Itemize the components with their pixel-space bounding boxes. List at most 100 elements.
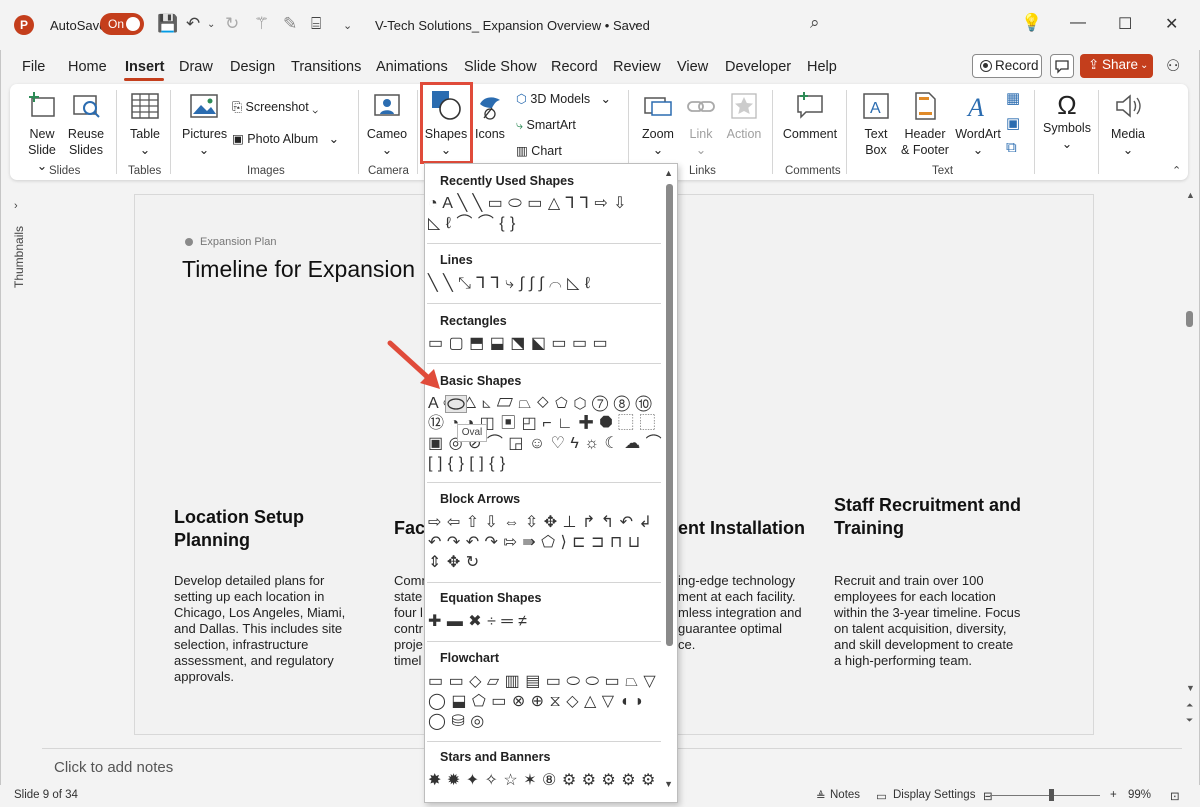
link-button[interactable]: Link ⌄ bbox=[684, 90, 718, 158]
normal-view-icon[interactable]: ⊟ bbox=[983, 789, 993, 803]
date-time-icon[interactable]: ▦ bbox=[1006, 89, 1020, 107]
tab-animations[interactable]: Animations bbox=[376, 59, 448, 75]
tab-view[interactable]: View bbox=[677, 59, 708, 75]
next-slide-icon[interactable]: ⏷ bbox=[1186, 715, 1193, 726]
tab-transitions[interactable]: Transitions bbox=[291, 59, 361, 75]
shape-row-stars[interactable]: ✸ ✹ ✦ ✧ ☆ ✶ ⑧ ⚙ ⚙ ⚙ ⚙ ⚙ bbox=[428, 772, 656, 790]
notes-placeholder[interactable]: Click to add notes bbox=[54, 759, 173, 776]
reuse-slides-button[interactable]: Reuse Slides bbox=[66, 90, 106, 158]
tab-review[interactable]: Review bbox=[613, 59, 661, 75]
autosave-toggle[interactable]: On bbox=[100, 13, 144, 35]
tab-insert[interactable]: Insert bbox=[125, 59, 165, 75]
zoom-level[interactable]: 99% bbox=[1128, 789, 1151, 801]
cameo-button[interactable]: Cameo ⌄ bbox=[365, 90, 409, 158]
tab-draw[interactable]: Draw bbox=[179, 59, 213, 75]
previous-slide-icon[interactable]: ⏶ bbox=[1186, 700, 1193, 711]
minimize-icon[interactable]: — bbox=[1070, 14, 1086, 32]
vertical-scrollbar[interactable] bbox=[1182, 186, 1196, 746]
zoom-slider-thumb[interactable] bbox=[1049, 789, 1054, 801]
comment-button[interactable]: Comment bbox=[782, 90, 838, 142]
expand-thumbnails-icon[interactable]: › bbox=[14, 200, 18, 212]
scroll-down-icon[interactable]: ▼ bbox=[1186, 683, 1195, 693]
wordart-button[interactable]: A WordArt ⌄ bbox=[954, 90, 1002, 158]
column-1-body[interactable]: Develop detailed plans for setting up eac… bbox=[174, 573, 345, 685]
column-4-body[interactable]: Recruit and train over 100 employees for … bbox=[834, 573, 1020, 669]
shapes-button[interactable]: Shapes ⌄ bbox=[424, 88, 468, 158]
shape-row-flow-2[interactable]: ◯ ⬓ ⬠ ▭ ⊗ ⊕ ⧖ ◇ △ ▽ ◖ ◗ bbox=[428, 693, 645, 711]
shape-row-lines[interactable]: ╲ ╲ ⤡ ⅂ ⅂ ⤷ ∫ ∫ ∫ ⌒ ◺ ℓ bbox=[428, 275, 591, 293]
slide-eyebrow[interactable]: Expansion Plan bbox=[200, 236, 276, 248]
tab-design[interactable]: Design bbox=[230, 59, 275, 75]
person-icon[interactable]: ⚇ bbox=[1166, 56, 1180, 76]
ribbon-collapse-icon[interactable]: ⌃ bbox=[1172, 164, 1181, 177]
scroll-up-icon[interactable]: ▲ bbox=[1186, 190, 1195, 200]
icons-button[interactable]: Icons bbox=[472, 90, 508, 142]
thumbnails-label[interactable]: Thumbnails bbox=[12, 226, 26, 288]
object-icon[interactable]: ⧉ bbox=[1006, 139, 1017, 156]
tab-home[interactable]: Home bbox=[68, 59, 107, 75]
close-icon[interactable]: ✕ bbox=[1165, 14, 1178, 34]
tab-file[interactable]: File bbox=[22, 59, 45, 75]
title-dropdown-icon[interactable]: ⌄ bbox=[632, 16, 641, 29]
table-button[interactable]: Table ⌄ bbox=[126, 90, 164, 158]
tab-developer[interactable]: Developer bbox=[725, 59, 791, 75]
maximize-icon[interactable]: ☐ bbox=[1118, 14, 1132, 34]
pen-icon[interactable]: ✎ bbox=[283, 14, 297, 34]
magic-wand-icon[interactable]: ⚚ bbox=[254, 14, 269, 34]
header-footer-button[interactable]: Header & Footer bbox=[898, 90, 952, 158]
slide-number-icon[interactable]: ▣ bbox=[1006, 114, 1020, 132]
text-box-button[interactable]: A Text Box bbox=[858, 90, 894, 158]
screenshot-button[interactable]: ⎘ Screenshot ⌄ bbox=[232, 99, 318, 115]
shape-row-recent-1[interactable]: ◔ A ╲ ╲ ▭ ⬭ ▭ △ ⅂ ⅂ ⇨ ⇩ bbox=[428, 195, 627, 213]
tab-slide-show[interactable]: Slide Show bbox=[464, 59, 537, 75]
zoom-button[interactable]: Zoom ⌄ bbox=[638, 90, 678, 158]
tab-record[interactable]: Record bbox=[551, 59, 598, 75]
shape-row-arrows-3[interactable]: ⇕ ✥ ↻ bbox=[428, 554, 480, 572]
comments-button[interactable] bbox=[1050, 54, 1074, 78]
tab-help[interactable]: Help bbox=[807, 59, 837, 75]
save-icon[interactable]: 💾 bbox=[157, 14, 178, 34]
shape-row-flow-1[interactable]: ▭ ▭ ◇ ▱ ▥ ▤ ▭ ⬭ ⬭ ▭ ⏢ ▽ bbox=[428, 673, 656, 691]
action-button[interactable]: Action bbox=[724, 90, 764, 142]
gallery-scroll-up-icon[interactable]: ▲ bbox=[664, 168, 673, 178]
oval-shape-button[interactable] bbox=[445, 395, 467, 413]
column-3-body[interactable]: ing-edge technology ment at each facility… bbox=[678, 573, 802, 653]
media-button[interactable]: Media ⌄ bbox=[1106, 90, 1150, 158]
new-slide-button[interactable]: New Slide ⌄ bbox=[22, 90, 62, 174]
shape-row-equation[interactable]: ✚ ▬ ✖ ÷ ═ ≠ bbox=[428, 613, 527, 631]
column-2-heading[interactable]: Fac bbox=[394, 517, 425, 540]
shape-row-basic-4[interactable]: [ ] { } [ ] { } bbox=[428, 455, 506, 473]
gallery-scroll-down-icon[interactable]: ▼ bbox=[664, 779, 673, 789]
zoom-in-icon[interactable]: + bbox=[1110, 789, 1117, 801]
chart-button[interactable]: ▥ Chart bbox=[516, 143, 562, 159]
column-3-heading[interactable]: ent Installation bbox=[678, 517, 805, 540]
redo-icon[interactable]: ↻ bbox=[225, 14, 239, 34]
lightbulb-icon[interactable]: 💡 bbox=[1021, 13, 1042, 33]
search-icon[interactable]: ⌕ bbox=[810, 13, 820, 33]
fit-slide-icon[interactable]: ⊡ bbox=[1170, 789, 1180, 803]
share-button[interactable]: ⇪ Share ⌄ bbox=[1080, 54, 1153, 78]
photo-album-button[interactable]: ▣ Photo Album ⌄ bbox=[232, 131, 339, 147]
display-settings-button[interactable]: Display Settings bbox=[893, 789, 975, 801]
column-1-heading[interactable]: Location Setup Planning bbox=[174, 506, 304, 552]
smartart-button[interactable]: ⤷ SmartArt bbox=[516, 117, 576, 133]
undo-dropdown-icon[interactable]: ⌄ bbox=[207, 19, 215, 30]
symbols-button[interactable]: Ω Symbols ⌄ bbox=[1042, 90, 1092, 152]
display-settings-icon[interactable]: ▭ bbox=[876, 789, 887, 803]
3d-models-button[interactable]: ⬡ 3D Models ⌄ bbox=[516, 91, 611, 107]
notes-toggle[interactable]: Notes bbox=[830, 789, 860, 801]
zoom-slider[interactable] bbox=[990, 795, 1100, 796]
record-button[interactable]: Record bbox=[972, 54, 1042, 78]
document-title[interactable]: V-Tech Solutions_ Expansion Overview • S… bbox=[375, 18, 650, 33]
shape-row-rectangles[interactable]: ▭ ▢ ⬒ ⬓ ⬔ ⬕ ▭ ▭ ▭ bbox=[428, 335, 608, 353]
present-icon[interactable]: ⌸ bbox=[311, 14, 321, 34]
shape-row-arrows-1[interactable]: ⇨ ⇦ ⇧ ⇩ ⇔ ⇳ ✥ ⊥ ↱ ↰ ↶ ↲ bbox=[428, 514, 652, 532]
customize-qat-icon[interactable]: ⌄ bbox=[343, 19, 352, 32]
scrollbar-thumb[interactable] bbox=[1186, 311, 1193, 327]
gallery-scrollbar-thumb[interactable] bbox=[666, 184, 673, 646]
notes-icon[interactable]: ≜ bbox=[816, 789, 826, 803]
slide-title[interactable]: Timeline for Expansion bbox=[182, 256, 415, 283]
shape-row-flow-3[interactable]: ◯ ⛁ ◎ bbox=[428, 713, 485, 731]
shape-row-recent-2[interactable]: ◺ ℓ ⌒ ⌒ { } bbox=[428, 215, 516, 233]
column-4-heading[interactable]: Staff Recruitment and Training bbox=[834, 494, 1021, 540]
